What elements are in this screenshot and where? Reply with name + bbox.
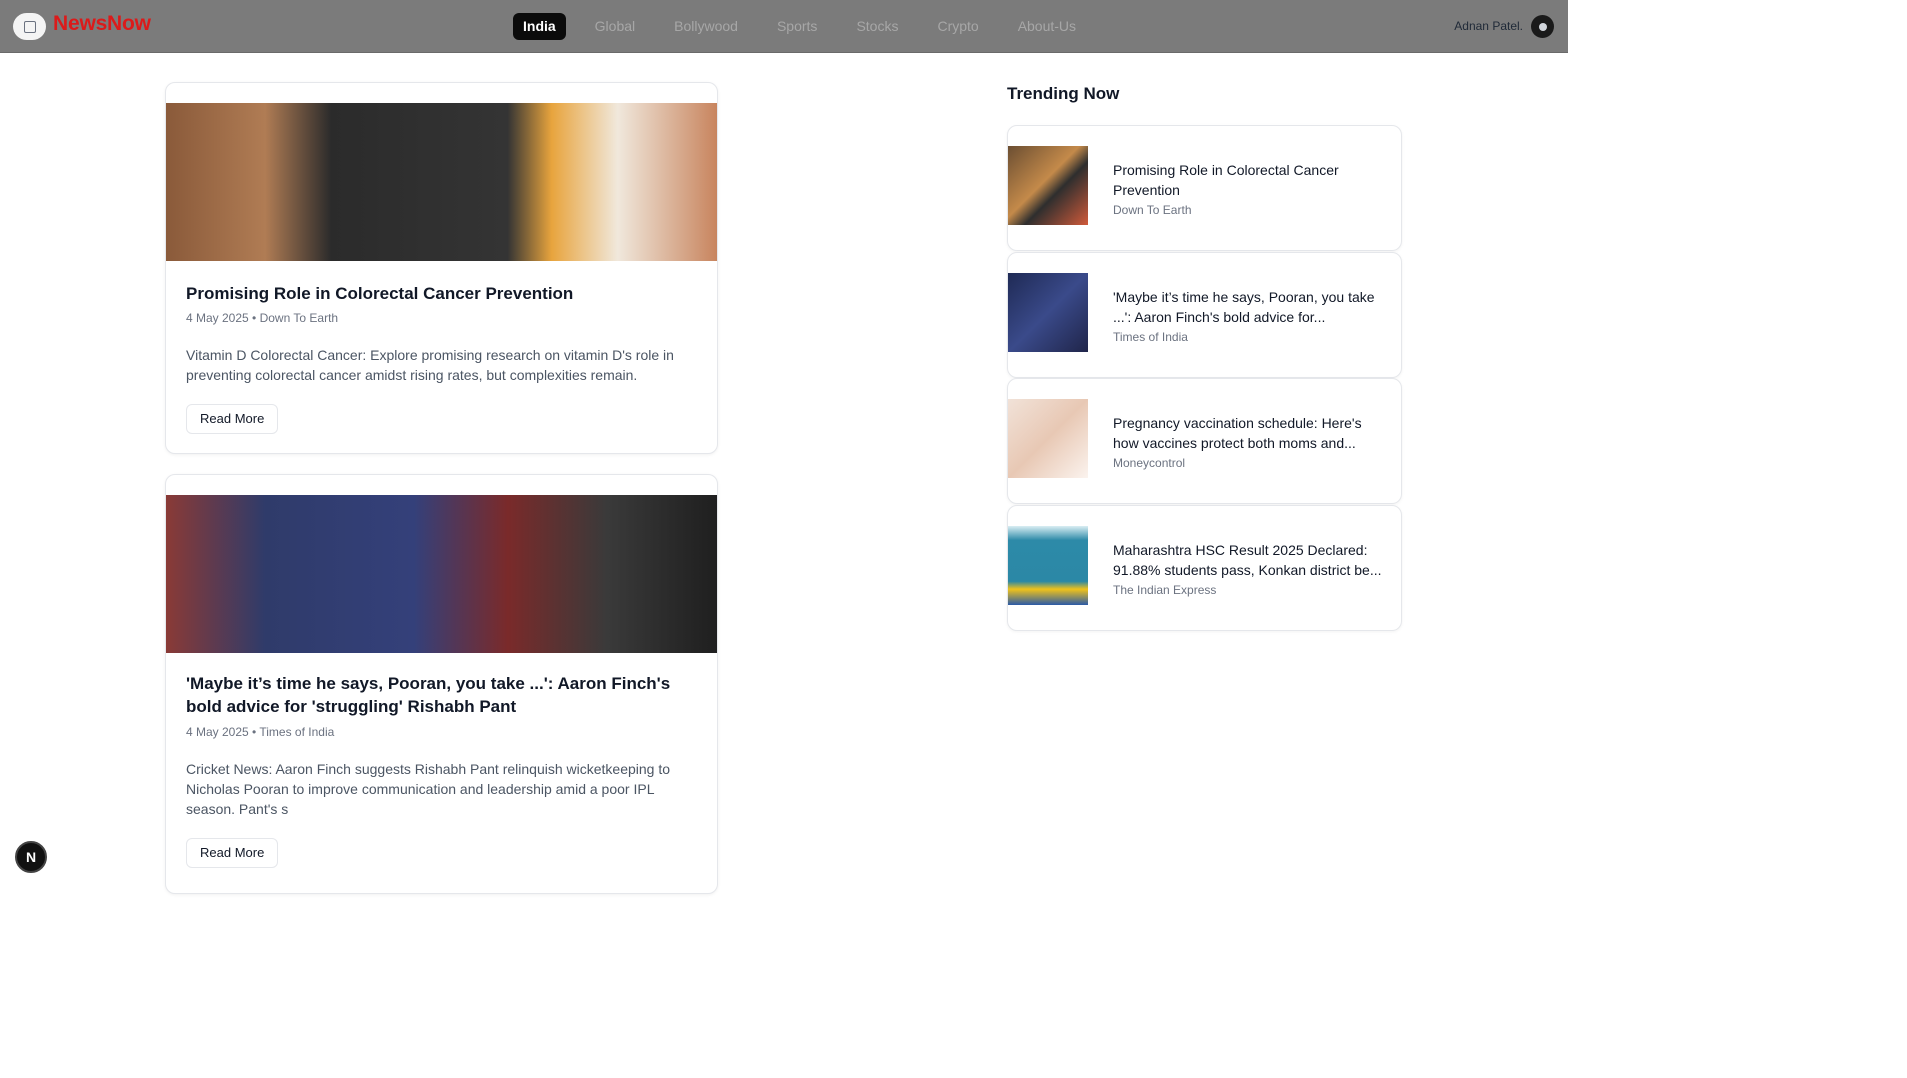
article-card: Promising Role in Colorectal Cancer Prev… bbox=[165, 82, 718, 454]
article-title[interactable]: 'Maybe it’s time he says, Pooran, you ta… bbox=[186, 672, 696, 718]
nav-tab-india[interactable]: India bbox=[513, 13, 566, 40]
trending-thumbnail bbox=[1008, 526, 1088, 605]
trending-source: Down To Earth bbox=[1113, 203, 1192, 217]
article-source: Down To Earth bbox=[259, 311, 339, 325]
trending-title: Trending Now bbox=[1007, 84, 1120, 103]
trending-headline[interactable]: 'Maybe it’s time he says, Pooran, you ta… bbox=[1113, 287, 1388, 327]
article-meta: 4 May 2025 • Times of India bbox=[186, 725, 335, 739]
trending-item[interactable]: Promising Role in Colorectal Cancer Prev… bbox=[1007, 125, 1402, 251]
vitamin-d-image[interactable] bbox=[166, 103, 717, 261]
nav-tab-bollywood[interactable]: Bollywood bbox=[664, 13, 748, 40]
trending-headline[interactable]: Maharashtra HSC Result 2025 Declared: 91… bbox=[1113, 540, 1388, 580]
article-description: Vitamin D Colorectal Cancer: Explore pro… bbox=[186, 347, 674, 383]
main-nav: India Global Bollywood Sports Stocks Cry… bbox=[513, 13, 1105, 40]
cricket-image[interactable] bbox=[166, 495, 717, 653]
read-more-button[interactable]: Read More bbox=[186, 404, 279, 434]
trending-headline[interactable]: Pregnancy vaccination schedule: Here's h… bbox=[1113, 413, 1388, 453]
logo-icon bbox=[23, 20, 36, 33]
nav-tab-stocks[interactable]: Stocks bbox=[846, 13, 908, 40]
article-meta: 4 May 2025 • Down To Earth bbox=[186, 311, 339, 325]
user-icon bbox=[1538, 22, 1547, 31]
trending-thumbnail bbox=[1008, 399, 1088, 478]
nav-tab-crypto[interactable]: Crypto bbox=[927, 13, 988, 40]
trending-source: Times of India bbox=[1113, 330, 1188, 344]
trending-source: Moneycontrol bbox=[1113, 456, 1186, 470]
article-title[interactable]: Promising Role in Colorectal Cancer Prev… bbox=[186, 282, 696, 305]
article-card: 'Maybe it’s time he says, Pooran, you ta… bbox=[165, 474, 718, 894]
nav-tab-about-us[interactable]: About-Us bbox=[1008, 13, 1086, 40]
site-logo[interactable] bbox=[13, 13, 46, 40]
user-avatar[interactable] bbox=[1531, 15, 1554, 38]
top-navbar: NewsNow India Global Bollywood Sports St… bbox=[0, 0, 1568, 53]
article-date: 4 May 2025 bbox=[186, 725, 249, 739]
article-date: 4 May 2025 bbox=[186, 311, 249, 325]
user-name: Adnan Patel. bbox=[1454, 19, 1523, 33]
trending-source: The Indian Express bbox=[1113, 583, 1217, 597]
trending-item[interactable]: Maharashtra HSC Result 2025 Declared: 91… bbox=[1007, 505, 1402, 631]
nav-tab-sports[interactable]: Sports bbox=[767, 13, 827, 40]
dev-tools-badge[interactable]: N bbox=[15, 841, 47, 873]
trending-item[interactable]: 'Maybe it’s time he says, Pooran, you ta… bbox=[1007, 252, 1402, 378]
nav-tab-global[interactable]: Global bbox=[585, 13, 645, 40]
trending-thumbnail bbox=[1008, 146, 1088, 225]
read-more-button[interactable]: Read More bbox=[186, 838, 279, 868]
article-source: Times of India bbox=[259, 725, 335, 739]
trending-thumbnail bbox=[1008, 273, 1088, 352]
trending-item[interactable]: Pregnancy vaccination schedule: Here's h… bbox=[1007, 378, 1402, 504]
article-description: Cricket News: Aaron Finch suggests Risha… bbox=[186, 761, 671, 817]
trending-headline[interactable]: Promising Role in Colorectal Cancer Prev… bbox=[1113, 160, 1388, 200]
brand-name[interactable]: NewsNow bbox=[53, 12, 151, 36]
